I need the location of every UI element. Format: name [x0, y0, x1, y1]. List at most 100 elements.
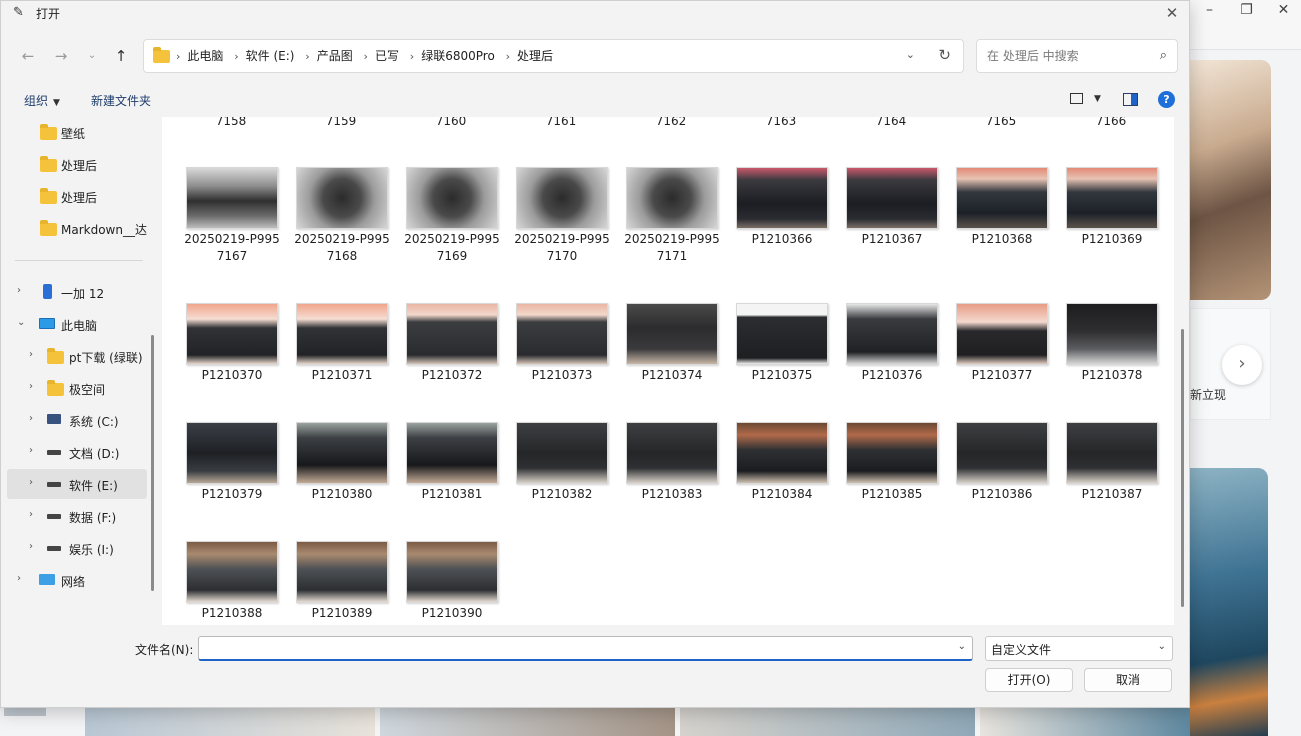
- image-thumbnail[interactable]: [516, 303, 608, 365]
- bg-image-card[interactable]: [1190, 60, 1271, 300]
- file-item[interactable]: P1210381: [392, 414, 502, 534]
- nav-item-drive[interactable]: › 文档 (D:): [7, 437, 147, 467]
- nav-scrollbar[interactable]: [151, 335, 154, 591]
- file-item[interactable]: P1210377: [942, 295, 1052, 415]
- chevron-right-icon[interactable]: ›: [29, 541, 33, 552]
- breadcrumb-item[interactable]: 已写: [375, 49, 399, 63]
- chevron-down-icon[interactable]: ⌄: [17, 317, 25, 328]
- file-item[interactable]: 20250219-P995 7167: [172, 159, 282, 279]
- file-name-label[interactable]: 7165: [946, 117, 1056, 128]
- file-item[interactable]: P1210367: [832, 159, 942, 279]
- image-thumbnail[interactable]: [186, 167, 278, 229]
- file-item[interactable]: P1210390: [392, 533, 502, 625]
- file-item[interactable]: P1210388: [172, 533, 282, 625]
- up-arrow-icon[interactable]: ↑: [110, 45, 132, 67]
- file-item[interactable]: P1210366: [722, 159, 832, 279]
- nav-item-drive[interactable]: › 系统 (C:): [7, 405, 147, 435]
- view-caret-down-icon[interactable]: ▼: [1094, 94, 1101, 104]
- file-name-label[interactable]: 7160: [396, 117, 506, 128]
- back-arrow-icon[interactable]: ←: [17, 45, 39, 67]
- nav-item-drive[interactable]: › 娱乐 (I:): [7, 533, 147, 563]
- file-name-label[interactable]: 7162: [616, 117, 726, 128]
- nav-item-quick[interactable]: 处理后: [7, 149, 147, 179]
- file-item[interactable]: P1210375: [722, 295, 832, 415]
- image-thumbnail[interactable]: [956, 422, 1048, 484]
- file-item[interactable]: P1210384: [722, 414, 832, 534]
- image-thumbnail[interactable]: [296, 303, 388, 365]
- file-item[interactable]: P1210373: [502, 295, 612, 415]
- chevron-right-icon[interactable]: ›: [506, 50, 510, 63]
- file-item[interactable]: P1210386: [942, 414, 1052, 534]
- preview-pane-icon[interactable]: [1123, 93, 1138, 106]
- image-thumbnail[interactable]: [186, 541, 278, 603]
- file-item[interactable]: P1210370: [172, 295, 282, 415]
- minimize-icon[interactable]: –: [1191, 0, 1228, 22]
- help-icon[interactable]: ?: [1158, 91, 1175, 108]
- nav-item-drive-selected[interactable]: › 软件 (E:): [7, 469, 147, 499]
- image-thumbnail[interactable]: [846, 422, 938, 484]
- file-item[interactable]: 20250219-P995 7171: [612, 159, 722, 279]
- file-item[interactable]: P1210368: [942, 159, 1052, 279]
- image-thumbnail[interactable]: [1066, 167, 1158, 229]
- file-item[interactable]: P1210387: [1052, 414, 1162, 534]
- image-thumbnail[interactable]: [736, 167, 828, 229]
- chevron-right-icon[interactable]: ›: [364, 50, 368, 63]
- chevron-right-icon[interactable]: ›: [305, 50, 309, 63]
- image-thumbnail[interactable]: [626, 303, 718, 365]
- file-item[interactable]: P1210380: [282, 414, 392, 534]
- search-placeholder[interactable]: 在 处理后 中搜索: [987, 40, 1079, 72]
- chevron-down-icon[interactable]: ⌄: [958, 641, 966, 652]
- image-thumbnail[interactable]: [406, 541, 498, 603]
- nav-item-drive[interactable]: › pt下载 (绿联): [7, 341, 147, 371]
- nav-item-quick[interactable]: 处理后: [7, 181, 147, 211]
- image-thumbnail[interactable]: [296, 167, 388, 229]
- recent-chevron-down-icon[interactable]: ⌄: [81, 45, 103, 67]
- file-name-label[interactable]: 7161: [506, 117, 616, 128]
- image-thumbnail[interactable]: [956, 167, 1048, 229]
- file-item[interactable]: P1210379: [172, 414, 282, 534]
- file-item[interactable]: P1210378: [1052, 295, 1162, 415]
- search-icon[interactable]: ⌕: [1160, 48, 1167, 63]
- image-thumbnail[interactable]: [406, 303, 498, 365]
- image-thumbnail[interactable]: [846, 303, 938, 365]
- content-scrollbar[interactable]: [1181, 329, 1184, 607]
- breadcrumb-item[interactable]: 绿联6800Pro: [421, 49, 495, 63]
- breadcrumb-item[interactable]: 产品图: [317, 49, 353, 63]
- file-name-label[interactable]: 7163: [726, 117, 836, 128]
- chevron-right-icon[interactable]: ›: [29, 413, 33, 424]
- image-thumbnail[interactable]: [956, 303, 1048, 365]
- file-name-label[interactable]: 7166: [1056, 117, 1166, 128]
- image-thumbnail[interactable]: [626, 422, 718, 484]
- search-box[interactable]: 在 处理后 中搜索 ⌕: [976, 39, 1178, 73]
- chevron-right-icon[interactable]: ›: [29, 381, 33, 392]
- nav-item-network[interactable]: › 网络: [7, 565, 147, 595]
- image-thumbnail[interactable]: [406, 422, 498, 484]
- chevron-down-icon[interactable]: ⌄: [906, 48, 915, 61]
- nav-item-drive[interactable]: › 数据 (F:): [7, 501, 147, 531]
- breadcrumb-item[interactable]: 此电脑: [187, 49, 223, 63]
- file-item[interactable]: P1210374: [612, 295, 722, 415]
- file-item[interactable]: 20250219-P995 7169: [392, 159, 502, 279]
- image-thumbnail[interactable]: [406, 167, 498, 229]
- view-mode-icon[interactable]: [1070, 93, 1083, 104]
- nav-item-this-pc[interactable]: ⌄ 此电脑: [7, 309, 147, 339]
- new-folder-button[interactable]: 新建文件夹: [91, 92, 151, 109]
- refresh-icon[interactable]: ↻: [938, 46, 951, 64]
- file-item[interactable]: 20250219-P995 7170: [502, 159, 612, 279]
- nav-item-device[interactable]: › 一加 12: [7, 277, 147, 307]
- close-icon[interactable]: ✕: [1265, 0, 1301, 22]
- chevron-right-icon[interactable]: ›: [29, 477, 33, 488]
- file-item[interactable]: 20250219-P995 7168: [282, 159, 392, 279]
- image-thumbnail[interactable]: [1066, 303, 1158, 365]
- chevron-right-icon[interactable]: ›: [176, 50, 180, 63]
- restore-icon[interactable]: ❐: [1228, 0, 1265, 22]
- bg-image-card[interactable]: [1190, 468, 1268, 736]
- chevron-right-icon[interactable]: ›: [29, 445, 33, 456]
- breadcrumb-item[interactable]: 软件 (E:): [246, 49, 295, 63]
- chevron-right-icon[interactable]: ›: [17, 285, 21, 296]
- close-icon[interactable]: ✕: [1161, 3, 1183, 23]
- image-thumbnail[interactable]: [516, 167, 608, 229]
- open-button[interactable]: 打开(O): [985, 668, 1073, 692]
- breadcrumb-item[interactable]: 处理后: [517, 49, 553, 63]
- file-item[interactable]: P1210385: [832, 414, 942, 534]
